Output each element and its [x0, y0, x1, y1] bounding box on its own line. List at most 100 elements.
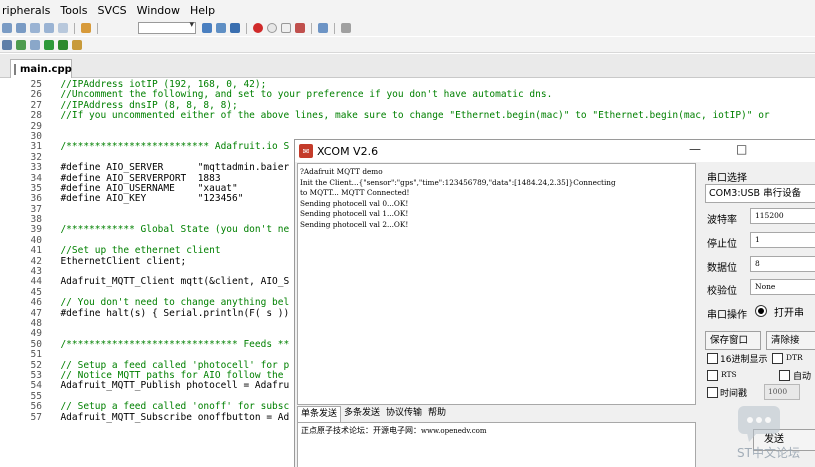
receive-line: to MQTT... MQTT Connected!	[300, 188, 410, 197]
rts-label: RTS	[721, 370, 737, 379]
stopbits-select[interactable]: 1	[750, 232, 815, 248]
file-icon	[14, 63, 16, 75]
tab-protocol[interactable]: 协议传输	[383, 406, 425, 422]
code-text: //If you uncommented either of the above…	[49, 110, 770, 122]
ide-toolbar-2	[0, 37, 815, 53]
toolbar-incremental-find-icon[interactable]	[216, 23, 226, 33]
ide-toolbar-1	[0, 20, 815, 36]
menu-svcs[interactable]: SVCS	[97, 4, 126, 17]
port-section-label: 串口选择	[707, 173, 747, 184]
menu-window[interactable]: Window	[137, 4, 180, 17]
toolbar-debug-icon[interactable]	[230, 23, 240, 33]
stopbits-label: 停止位	[707, 239, 737, 250]
auto-checkbox[interactable]	[779, 370, 790, 381]
toolbar-rebuild-icon[interactable]	[30, 39, 40, 50]
toolbar-manage-icon[interactable]	[72, 39, 82, 50]
send-text-en: www.openedv.com	[421, 427, 487, 435]
toolbar-build-icon[interactable]	[16, 39, 26, 50]
toolbar-download-icon[interactable]	[44, 39, 54, 50]
toolbar-separator	[97, 22, 98, 34]
toolbar-indent-icon[interactable]	[2, 23, 12, 33]
line-number: 57	[30, 411, 42, 423]
code-line[interactable]: 29	[0, 121, 815, 132]
hex-display-checkbox[interactable]	[707, 353, 718, 364]
toolbar-find-icon[interactable]	[81, 23, 91, 33]
databits-select[interactable]: 8	[750, 256, 815, 272]
code-text: Adafruit_MQTT_Publish photocell = Adafru	[49, 380, 290, 392]
rts-checkbox[interactable]	[707, 370, 718, 381]
open-port-radio[interactable]	[755, 305, 767, 317]
toolbar-settings-icon[interactable]	[341, 23, 351, 33]
toolbar-disable-breakpoint-icon[interactable]	[267, 23, 277, 33]
receive-line: Sending photocell val 2...OK!	[300, 219, 409, 229]
menu-tools[interactable]: Tools	[60, 4, 87, 17]
code-text: EthernetClient client;	[49, 255, 187, 267]
toolbar-kill-all-icon[interactable]	[295, 23, 305, 33]
port-select[interactable]: COM3:USB 串行设备	[705, 184, 815, 203]
parity-select[interactable]: None	[750, 279, 815, 295]
receive-area[interactable]: ?Adafruit MQTT demo Init the Client...{"s…	[297, 163, 696, 405]
line-number: 51	[30, 349, 42, 361]
interval-input[interactable]: 1000	[764, 384, 800, 400]
dtr-checkbox[interactable]	[772, 353, 783, 364]
line-number: 56	[30, 401, 42, 413]
watermark-text: ST中文论坛	[737, 446, 800, 460]
auto-label: 自动	[793, 372, 812, 382]
toolbar-uncomment-icon[interactable]	[44, 23, 54, 33]
toolbar-search-dropdown[interactable]	[138, 20, 196, 34]
toolbar-options-icon[interactable]	[58, 39, 68, 50]
timed-send-checkbox[interactable]	[707, 387, 718, 398]
baud-label: 波特率	[707, 215, 737, 226]
toolbar-comment-icon[interactable]	[30, 23, 40, 33]
code-line[interactable]: 28 //If you uncommented either of the ab…	[0, 110, 815, 122]
clear-receive-button[interactable]: 清除接	[766, 331, 815, 350]
chat-bubble-icon	[738, 406, 780, 442]
line-number: 33	[30, 162, 42, 174]
xcom-titlebar[interactable]: ✉ XCOM V2.6 — □	[295, 140, 815, 162]
dtr-label: DTR	[786, 353, 803, 362]
code-text: /************************* Adafruit.io S	[49, 141, 290, 153]
ide-menubar: ripherals Tools SVCS Window Help	[0, 0, 815, 20]
minimize-icon[interactable]: —	[689, 142, 701, 156]
tab-single-send[interactable]: 单条发送	[297, 406, 342, 422]
toolbar-find-in-files-icon[interactable]	[202, 23, 212, 33]
save-window-button[interactable]: 保存窗口	[705, 331, 761, 350]
code-text: Adafruit_MQTT_Client mqtt(&client, AIO_S	[49, 276, 290, 288]
send-text-cn: 正点原子技术论坛：开源电子网：	[301, 426, 421, 435]
file-tab-bar: main.cpp	[0, 54, 815, 78]
toolbar-format-icon[interactable]	[58, 23, 68, 33]
menu-help[interactable]: Help	[190, 4, 215, 17]
code-text: Adafruit_MQTT_Subscribe onoffbutton = Ad	[49, 411, 290, 423]
toolbar-kill-breakpoints-icon[interactable]	[281, 23, 291, 33]
toolbar-target-icon[interactable]	[2, 39, 12, 50]
receive-line: ?Adafruit MQTT demo	[300, 167, 383, 176]
send-tabs: 单条发送 多条发送 协议传输 帮助	[297, 406, 449, 422]
line-number: 28	[30, 110, 42, 122]
parity-label: 校验位	[707, 286, 737, 297]
send-input[interactable]: 正点原子技术论坛：开源电子网：www.openedv.com	[297, 422, 696, 467]
code-text: #define AIO_SERVER "mqttadmin.baier	[49, 162, 290, 174]
toolbar-window-icon[interactable]	[318, 23, 328, 33]
xcom-title: XCOM V2.6	[317, 144, 379, 158]
receive-line: Sending photocell val 1...OK!	[300, 209, 409, 218]
receive-line: Init the Client...{"sensor":"gps","time"…	[300, 177, 616, 187]
tab-help[interactable]: 帮助	[425, 406, 449, 422]
code-text: #define halt(s) { Serial.println(F( s ))	[49, 307, 290, 319]
toolbar-separator	[74, 22, 75, 34]
code-text: #define AIO_KEY "123456"	[49, 193, 244, 205]
hex-display-label: 16进制显示	[720, 355, 768, 365]
open-port-label[interactable]: 打开串	[774, 304, 804, 319]
code-text: /****************************** Feeds **	[49, 338, 290, 350]
tab-main-cpp[interactable]: main.cpp	[10, 59, 72, 78]
menu-peripherals[interactable]: ripherals	[2, 4, 50, 17]
tab-multi-send[interactable]: 多条发送	[341, 406, 383, 422]
port-op-label: 串口操作	[707, 310, 747, 321]
toolbar-breakpoint-icon[interactable]	[253, 23, 263, 33]
maximize-icon[interactable]: □	[736, 142, 747, 156]
baud-select[interactable]: 115200	[750, 208, 815, 224]
tab-label: main.cpp	[20, 63, 72, 75]
code-text: /************ Global State (you don't ne	[49, 224, 290, 236]
receive-line: Sending photocell val 0...OK!	[300, 198, 409, 208]
databits-label: 数据位	[707, 263, 737, 274]
toolbar-outdent-icon[interactable]	[16, 23, 26, 33]
